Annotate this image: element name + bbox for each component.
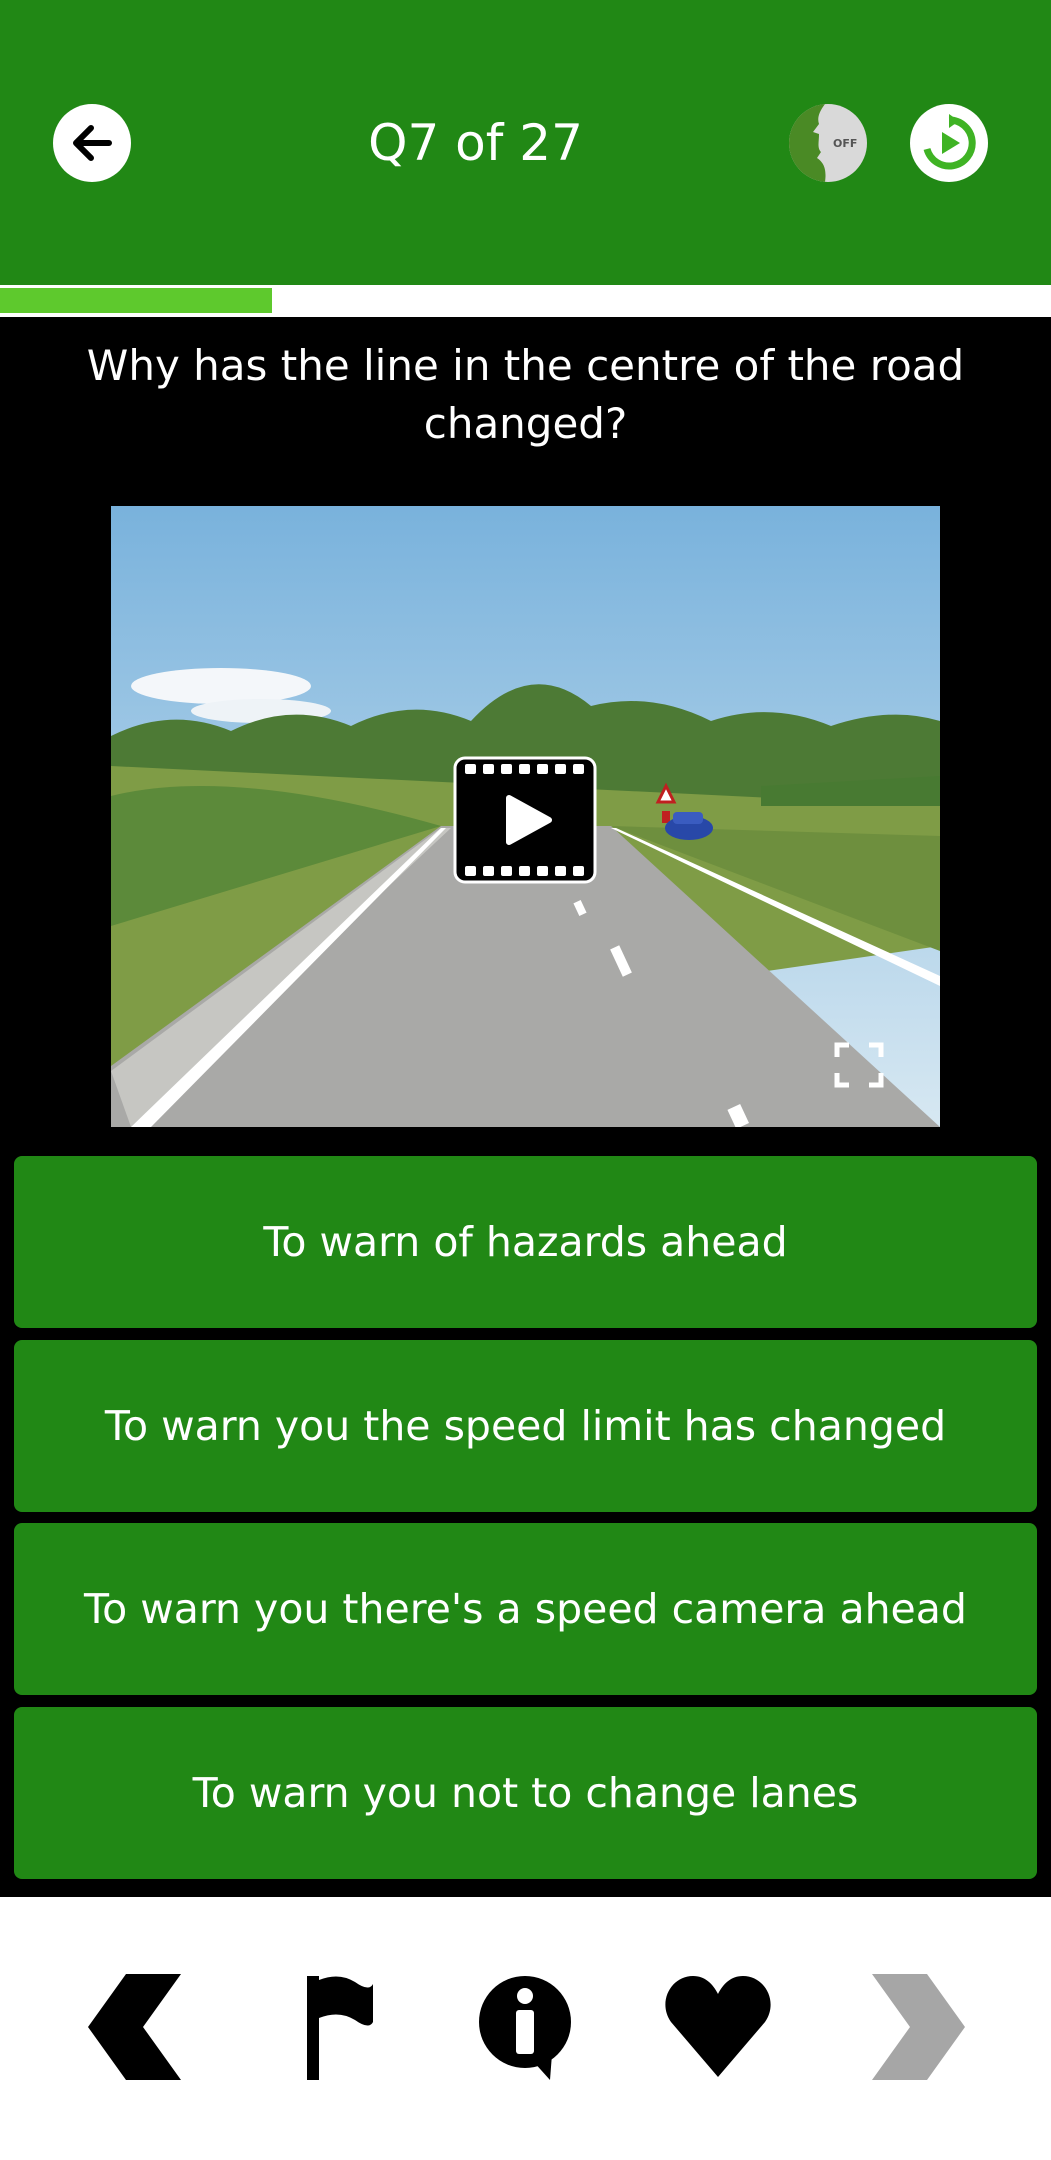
replay-icon	[923, 114, 976, 170]
voice-status-label: OFF	[833, 137, 858, 150]
replay-button[interactable]	[910, 104, 988, 182]
fullscreen-icon[interactable]	[834, 1042, 884, 1088]
flag-icon[interactable]	[283, 1972, 393, 2082]
question-counter-title: Q7 of 27	[368, 114, 583, 172]
video-player[interactable]	[111, 506, 940, 1127]
answer-option-1[interactable]: To warn of hazards ahead	[14, 1156, 1037, 1328]
answer-option-2[interactable]: To warn you the speed limit has changed	[14, 1340, 1037, 1512]
answer-option-3[interactable]: To warn you there's a speed camera ahead	[14, 1523, 1037, 1695]
heart-icon[interactable]	[663, 1972, 773, 2082]
question-text: Why has the line in the centre of the ro…	[86, 341, 965, 448]
voice-toggle-button[interactable]: OFF	[789, 104, 867, 182]
progress-bar-fill	[0, 288, 273, 313]
chevron-left-icon[interactable]	[86, 1972, 196, 2082]
bottom-navigation	[0, 1897, 1051, 2160]
header-bar: Q7 of 27 OFF	[0, 0, 1051, 285]
back-button[interactable]	[53, 104, 131, 182]
question-panel: Why has the line in the centre of the ro…	[0, 317, 1051, 1897]
answer-option-4[interactable]: To warn you not to change lanes	[14, 1707, 1037, 1879]
play-film-icon[interactable]	[453, 756, 597, 884]
progress-bar	[0, 288, 1051, 313]
arrow-left-icon	[73, 125, 112, 161]
chevron-right-icon[interactable]	[857, 1972, 967, 2082]
info-icon[interactable]	[472, 1972, 582, 2082]
